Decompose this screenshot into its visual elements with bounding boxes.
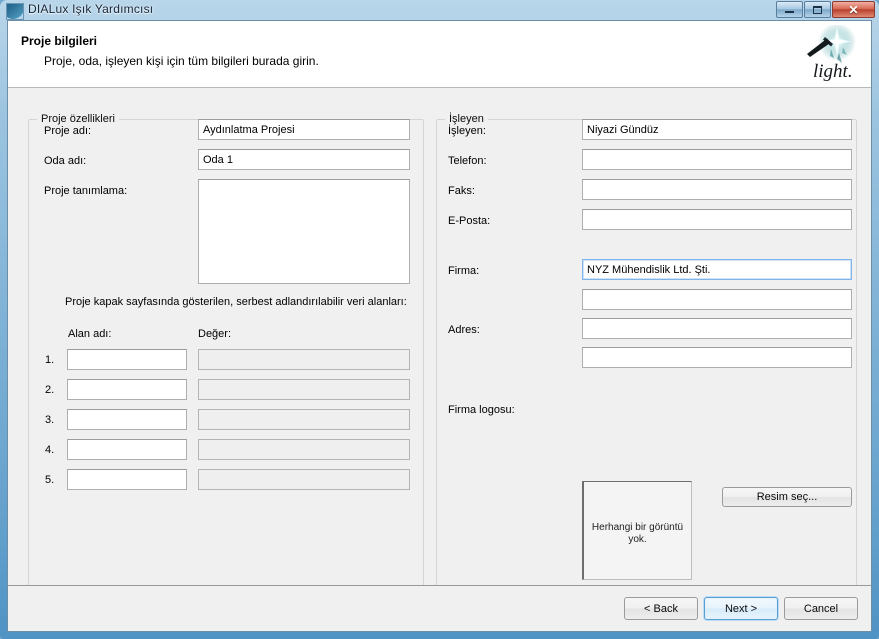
- free-field-value-input-3[interactable]: [198, 409, 410, 430]
- fax-input[interactable]: [582, 179, 852, 200]
- field-value-column-header: Değer:: [198, 328, 232, 340]
- free-field-name-input-3[interactable]: [67, 409, 187, 430]
- close-icon: ✕: [848, 2, 859, 17]
- window-title: DIALux Işık Yardımcısı: [28, 2, 154, 16]
- free-field-name-input-4[interactable]: [67, 439, 187, 460]
- free-field-value-input-5[interactable]: [198, 469, 410, 490]
- company-input[interactable]: NYZ Mühendislik Ltd. Şti.: [582, 259, 852, 280]
- minimize-icon: [777, 2, 802, 17]
- project-name-input[interactable]: Aydınlatma Projesi: [198, 119, 410, 140]
- page-title: Proje bilgileri: [21, 34, 98, 48]
- window-frame: DIALux Işık Yardımcısı ✕ Proje bilgileri…: [0, 0, 879, 639]
- footer-button-bar: < Back Next > Cancel: [624, 597, 858, 620]
- back-button[interactable]: < Back: [624, 597, 698, 620]
- free-field-row-number: 4.: [45, 444, 55, 456]
- address-line1-input[interactable]: [582, 318, 852, 339]
- light-logo-icon: light.: [807, 25, 856, 81]
- company-logo-label: Firma logosu:: [448, 404, 515, 416]
- free-field-value-input-4[interactable]: [198, 439, 410, 460]
- company-line2-input[interactable]: [582, 289, 852, 310]
- close-button[interactable]: ✕: [832, 1, 875, 18]
- window-controls: ✕: [776, 1, 875, 18]
- project-name-label: Proje adı:: [44, 125, 92, 137]
- app-icon-swoosh: [7, 4, 23, 19]
- address-line2-input[interactable]: [582, 347, 852, 368]
- cancel-button[interactable]: Cancel: [784, 597, 858, 620]
- free-field-name-input-1[interactable]: [67, 349, 187, 370]
- free-field-row-number: 1.: [45, 354, 55, 366]
- wizard-footer: < Back Next > Cancel: [8, 585, 871, 631]
- wizard-header: Proje bilgileri Proje, oda, işleyen kişi…: [8, 21, 871, 88]
- free-field-value-input-1[interactable]: [198, 349, 410, 370]
- svg-text:light.: light.: [813, 61, 853, 81]
- phone-input[interactable]: [582, 149, 852, 170]
- wizard-body: Proje özellikleri Proje adı: Aydınlatma …: [8, 89, 871, 631]
- free-field-name-input-5[interactable]: [67, 469, 187, 490]
- free-field-row-number: 5.: [45, 474, 55, 486]
- project-description-textarea[interactable]: [198, 179, 410, 284]
- company-label: Firma:: [448, 265, 480, 277]
- fax-label: Faks:: [448, 185, 475, 197]
- page-subtitle: Proje, oda, işleyen kişi için tüm bilgil…: [44, 54, 319, 68]
- minimize-button[interactable]: [776, 1, 803, 18]
- app-icon: [6, 3, 24, 20]
- editor-name-label: İşleyen:: [448, 125, 486, 137]
- company-logo-preview[interactable]: Herhangi bir görüntü yok.: [582, 481, 692, 580]
- phone-label: Telefon:: [448, 155, 487, 167]
- maximize-icon: [805, 2, 830, 17]
- editor-group-legend: İşleyen: [445, 113, 488, 125]
- next-button[interactable]: Next >: [704, 597, 778, 620]
- maximize-button[interactable]: [804, 1, 831, 18]
- editor-name-input[interactable]: Niyazi Gündüz: [582, 119, 852, 140]
- free-field-value-input-2[interactable]: [198, 379, 410, 400]
- project-properties-legend: Proje özellikleri: [37, 113, 119, 125]
- email-label: E-Posta:: [448, 215, 491, 227]
- free-field-row-number: 2.: [45, 384, 55, 396]
- email-input[interactable]: [582, 209, 852, 230]
- title-bar[interactable]: DIALux Işık Yardımcısı ✕: [0, 0, 879, 20]
- free-fields-note: Proje kapak sayfasında gösterilen, serbe…: [65, 296, 407, 308]
- address-label: Adres:: [448, 324, 480, 336]
- company-logo-placeholder-text: Herhangi bir görüntü yok.: [591, 522, 684, 545]
- room-name-input[interactable]: Oda 1: [198, 149, 410, 170]
- choose-image-button[interactable]: Resim seç...: [722, 487, 852, 507]
- free-field-row-number: 3.: [45, 414, 55, 426]
- field-name-column-header: Alan adı:: [68, 328, 112, 340]
- room-name-label: Oda adı:: [44, 155, 87, 167]
- free-field-name-input-2[interactable]: [67, 379, 187, 400]
- project-description-label: Proje tanımlama:: [44, 185, 128, 197]
- dialog-client-area: Proje bilgileri Proje, oda, işleyen kişi…: [7, 20, 872, 632]
